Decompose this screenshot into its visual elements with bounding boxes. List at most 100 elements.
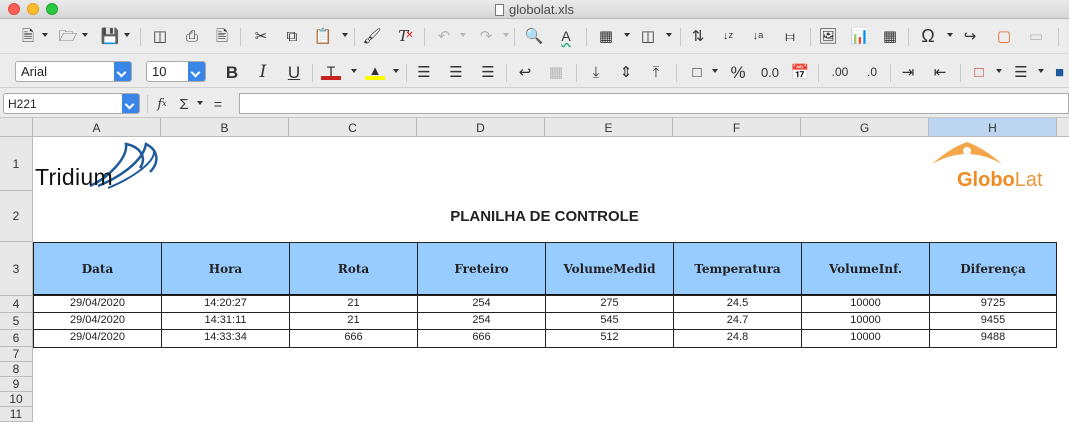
column-header-f[interactable]: F: [673, 118, 801, 137]
font-size-box[interactable]: 10: [146, 61, 206, 82]
number-format-icon[interactable]: 0.0: [758, 60, 782, 84]
cut-icon[interactable]: ✂: [251, 24, 271, 48]
row-header-3[interactable]: 3: [0, 242, 33, 296]
redo-icon[interactable]: ↷: [476, 24, 496, 48]
increase-indent-icon[interactable]: ⇥: [898, 60, 918, 84]
table-cell[interactable]: 275: [545, 295, 674, 313]
find-replace-icon[interactable]: 🔍: [524, 24, 544, 48]
open-dropdown-chevron-icon[interactable]: [82, 33, 88, 37]
spreadsheet-grid[interactable]: A B C D E F G H 1 2 3 4 5 6 7 8 9 10 11 …: [0, 118, 1069, 422]
table-cell[interactable]: 10000: [801, 295, 930, 313]
row-dropdown-chevron-icon[interactable]: [624, 33, 630, 37]
borders-icon[interactable]: □: [968, 60, 990, 84]
column-header-g[interactable]: G: [801, 118, 929, 137]
decrease-indent-icon[interactable]: ⇤: [930, 60, 950, 84]
header-cell-rota[interactable]: Rota: [289, 242, 418, 296]
table-cell[interactable]: 24.5: [673, 295, 802, 313]
column-header-a[interactable]: A: [33, 118, 161, 137]
highlight-color-button[interactable]: ▲: [364, 60, 386, 84]
font-color-dropdown-chevron-icon[interactable]: [351, 69, 357, 73]
row-header-11[interactable]: 11: [0, 407, 33, 422]
border-style-dropdown-chevron-icon[interactable]: [1038, 69, 1044, 73]
redo-dropdown-chevron-icon[interactable]: [503, 33, 509, 37]
column-header-d[interactable]: D: [417, 118, 545, 137]
header-cell-diferenca[interactable]: Diferença: [929, 242, 1057, 296]
autofilter-icon[interactable]: ⧦: [780, 24, 800, 48]
border-style-icon[interactable]: ☰: [1010, 60, 1032, 84]
row-header-7[interactable]: 7: [0, 347, 33, 362]
highlight-color-dropdown-chevron-icon[interactable]: [393, 69, 399, 73]
formula-input[interactable]: [239, 93, 1069, 114]
undo-dropdown-chevron-icon[interactable]: [460, 33, 466, 37]
header-cell-temperatura[interactable]: Temperatura: [673, 242, 802, 296]
header-cell-hora[interactable]: Hora: [161, 242, 290, 296]
print-icon[interactable]: ⎙: [182, 24, 202, 48]
column-header-e[interactable]: E: [545, 118, 673, 137]
insert-image-icon[interactable]: 🖼: [818, 24, 838, 48]
special-character-dropdown-chevron-icon[interactable]: [947, 33, 953, 37]
function-wizard-icon[interactable]: fx: [154, 92, 170, 116]
save-dropdown-chevron-icon[interactable]: [124, 33, 130, 37]
header-cell-data[interactable]: Data: [33, 242, 162, 296]
row-icon[interactable]: ▦: [596, 24, 616, 48]
table-cell[interactable]: 545: [545, 312, 674, 330]
table-cell[interactable]: 512: [545, 329, 674, 348]
table-cell[interactable]: 29/04/2020: [33, 312, 162, 330]
font-name-dropdown-button[interactable]: [114, 62, 131, 81]
save-icon[interactable]: 💾: [100, 24, 120, 48]
sort-descending-icon[interactable]: ↓ a: [748, 24, 768, 48]
font-color-button[interactable]: T: [320, 60, 342, 84]
row-header-5[interactable]: 5: [0, 313, 33, 330]
font-name-box[interactable]: Arial: [15, 61, 132, 82]
align-center-icon[interactable]: ☰: [446, 60, 466, 84]
name-box-dropdown-button[interactable]: [122, 94, 139, 113]
merge-cells-icon[interactable]: ▦: [546, 60, 566, 84]
row-header-1[interactable]: 1: [0, 137, 33, 191]
wrap-text-icon[interactable]: ↩: [515, 60, 535, 84]
copy-icon[interactable]: ⧉: [282, 24, 302, 48]
spelling-icon[interactable]: A: [556, 24, 576, 48]
new-document-icon[interactable]: 🗎: [18, 24, 38, 48]
select-all-corner[interactable]: [0, 118, 33, 137]
row-header-6[interactable]: 6: [0, 330, 33, 347]
formula-icon[interactable]: =: [210, 92, 226, 116]
table-cell[interactable]: 9455: [929, 312, 1057, 330]
table-cell[interactable]: 9725: [929, 295, 1057, 313]
table-cell[interactable]: 254: [417, 312, 546, 330]
currency-dropdown-chevron-icon[interactable]: [712, 69, 718, 73]
align-bottom-icon[interactable]: ⤒: [646, 60, 666, 84]
row-header-4[interactable]: 4: [0, 296, 33, 313]
percent-format-icon[interactable]: %: [728, 60, 748, 84]
column-header-b[interactable]: B: [161, 118, 289, 137]
table-cell[interactable]: 21: [289, 312, 418, 330]
row-header-9[interactable]: 9: [0, 377, 33, 392]
table-cell[interactable]: 14:31:11: [161, 312, 290, 330]
center-vertically-icon[interactable]: ⇕: [616, 60, 636, 84]
open-folder-icon[interactable]: 🗁: [58, 24, 78, 48]
table-cell[interactable]: 666: [417, 329, 546, 348]
name-box[interactable]: H221: [3, 93, 140, 114]
date-format-icon[interactable]: 📅: [790, 60, 810, 84]
align-right-icon[interactable]: ☰: [478, 60, 498, 84]
table-cell[interactable]: 29/04/2020: [33, 329, 162, 348]
table-cell[interactable]: 24.7: [673, 312, 802, 330]
column-header-i[interactable]: [1057, 118, 1069, 137]
align-left-icon[interactable]: ☰: [414, 60, 434, 84]
header-cell-volumemedid[interactable]: VolumeMedid: [545, 242, 674, 296]
new-dropdown-chevron-icon[interactable]: [42, 33, 48, 37]
row-header-8[interactable]: 8: [0, 362, 33, 377]
align-top-icon[interactable]: ⤓: [586, 60, 606, 84]
border-color-icon[interactable]: ■: [1050, 60, 1069, 84]
bold-button[interactable]: B: [222, 60, 242, 84]
add-decimal-place-icon[interactable]: .00: [826, 60, 854, 84]
row-header-10[interactable]: 10: [0, 392, 33, 407]
table-cell[interactable]: 14:20:27: [161, 295, 290, 313]
table-cell[interactable]: 21: [289, 295, 418, 313]
column-icon[interactable]: ◫: [638, 24, 658, 48]
headers-footers-icon[interactable]: ▭: [1026, 24, 1046, 48]
table-cell[interactable]: 10000: [801, 312, 930, 330]
underline-button[interactable]: U: [284, 60, 304, 84]
header-cell-freteiro[interactable]: Freteiro: [417, 242, 546, 296]
export-pdf-icon[interactable]: ◫: [150, 24, 170, 48]
row-header-2[interactable]: 2: [0, 191, 33, 242]
